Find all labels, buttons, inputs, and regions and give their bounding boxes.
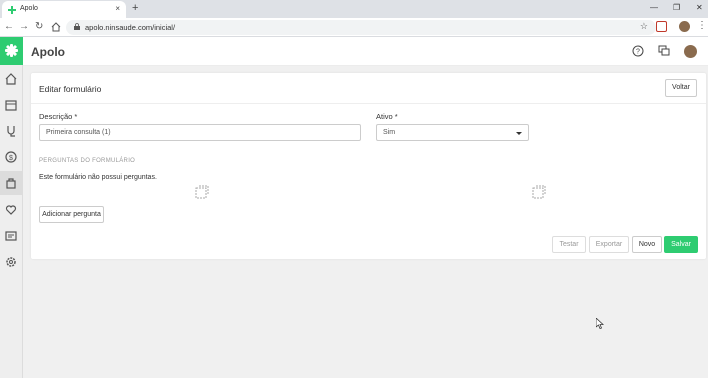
home-browser-icon[interactable] xyxy=(51,22,61,32)
back-button[interactable]: Voltar xyxy=(665,79,697,97)
active-select[interactable]: Sim xyxy=(376,124,529,141)
divider xyxy=(31,103,706,104)
bookmark-star-icon[interactable]: ☆ xyxy=(640,21,648,32)
export-button[interactable]: Exportar xyxy=(589,236,629,253)
add-question-button[interactable]: Adicionar pergunta xyxy=(39,206,104,223)
form-card: Editar formulário Voltar Descrição * Pri… xyxy=(31,73,706,259)
app-topbar: Apolo ? xyxy=(23,37,708,66)
description-input[interactable]: Primeira consulta (1) xyxy=(39,124,361,141)
address-bar-row: ← → ↻ apolo.ninsaude.com/inicial/ ☆ ⋮ xyxy=(0,18,708,37)
new-button[interactable]: Novo xyxy=(632,236,662,253)
reload-icon[interactable]: ↻ xyxy=(35,21,43,32)
drop-zone-icon xyxy=(532,185,546,199)
page-title: Editar formulário xyxy=(39,84,102,94)
url-text: apolo.ninsaude.com/inicial/ xyxy=(85,23,176,32)
forward-icon[interactable]: → xyxy=(19,21,29,32)
user-avatar[interactable] xyxy=(684,45,697,58)
questions-section-title: PERGUNTAS DO FORMULÁRIO xyxy=(39,158,136,164)
back-icon[interactable]: ← xyxy=(4,21,14,32)
extension-icon[interactable] xyxy=(656,21,667,32)
report-icon[interactable] xyxy=(4,229,18,243)
empty-message: Este formulário não possui perguntas. xyxy=(39,174,157,181)
apolo-logo[interactable] xyxy=(0,37,23,65)
svg-text:$: $ xyxy=(9,155,13,162)
browser-tab-strip: Apolo × + — ❐ ✕ xyxy=(0,0,708,18)
active-select-value: Sim xyxy=(383,129,396,136)
drop-zone-icon xyxy=(195,185,209,199)
chevron-down-icon xyxy=(516,132,522,135)
help-icon[interactable]: ? xyxy=(632,45,644,57)
home-icon[interactable] xyxy=(4,72,18,86)
gear-icon[interactable] xyxy=(4,255,18,269)
test-button[interactable]: Testar xyxy=(552,236,586,253)
calendar-icon[interactable] xyxy=(4,98,18,112)
app-name: Apolo xyxy=(31,45,65,59)
restore-button[interactable]: ❐ xyxy=(673,3,680,12)
sidebar-item-forms[interactable] xyxy=(0,171,23,195)
minimize-button[interactable]: — xyxy=(650,3,658,12)
apolo-favicon-icon xyxy=(8,6,16,14)
chat-icon[interactable] xyxy=(658,45,670,57)
browser-menu-icon[interactable]: ⋮ xyxy=(697,20,707,31)
logo-icon xyxy=(5,44,18,57)
bag-icon xyxy=(6,178,16,189)
close-window-button[interactable]: ✕ xyxy=(696,3,703,12)
app-sidebar: $ xyxy=(0,37,23,378)
active-label: Ativo * xyxy=(376,112,398,121)
save-button[interactable]: Salvar xyxy=(664,236,698,253)
heart-hand-icon[interactable] xyxy=(4,203,18,217)
svg-text:?: ? xyxy=(636,49,640,56)
tab-title: Apolo xyxy=(20,5,38,12)
mouse-cursor-icon xyxy=(596,318,604,329)
description-label: Descrição * xyxy=(39,112,78,121)
lock-icon xyxy=(74,23,80,30)
browser-tab[interactable]: Apolo × xyxy=(2,1,126,18)
dollar-icon[interactable]: $ xyxy=(4,150,18,164)
omnibox[interactable]: apolo.ninsaude.com/inicial/ ☆ xyxy=(66,20,656,35)
new-tab-button[interactable]: + xyxy=(132,2,138,14)
stethoscope-icon[interactable] xyxy=(4,124,18,138)
profile-avatar[interactable] xyxy=(679,21,690,32)
tab-close-button[interactable]: × xyxy=(115,4,120,13)
